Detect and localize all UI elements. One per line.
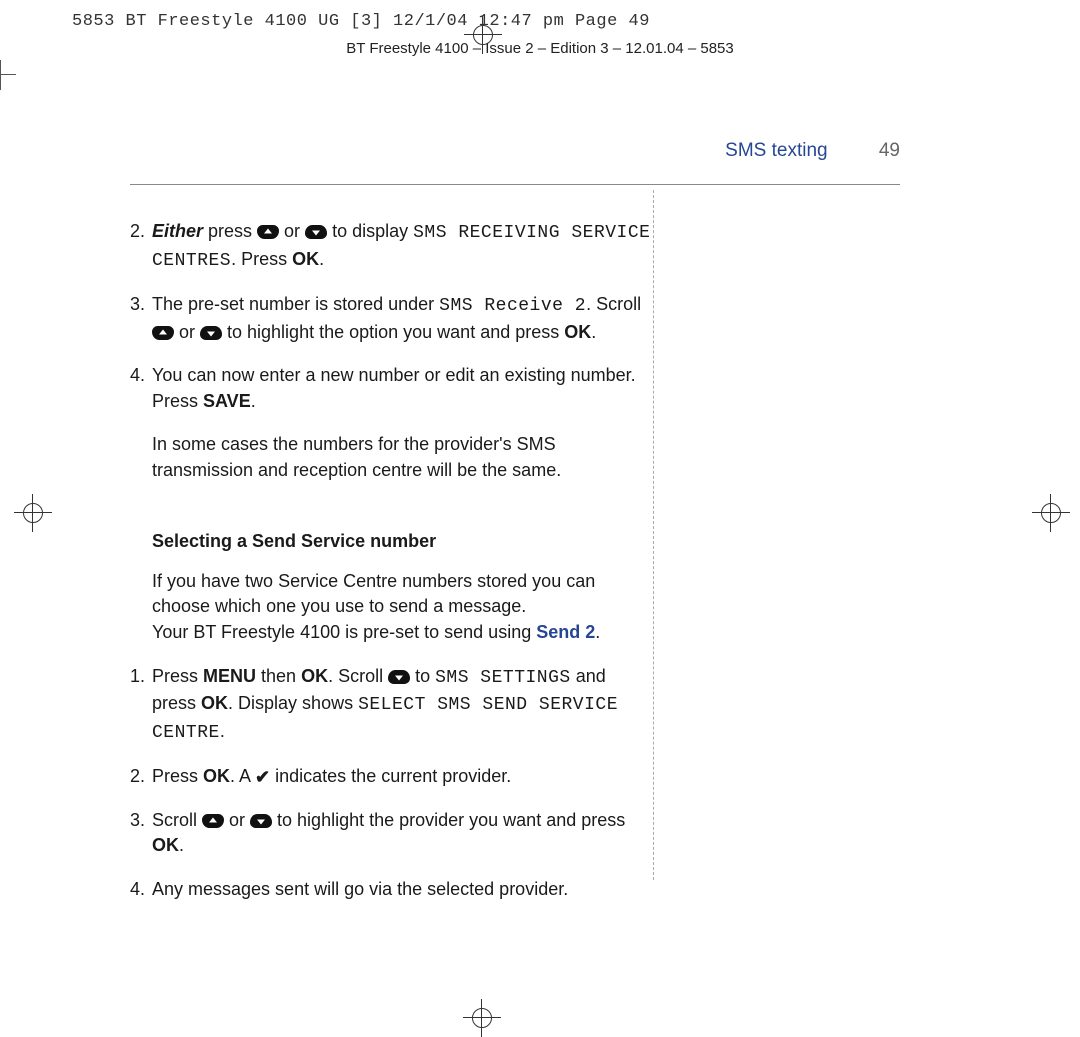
step-number: 1. bbox=[130, 664, 152, 747]
section-intro: If you have two Service Centre numbers s… bbox=[152, 569, 652, 646]
instruction-step: 2.Press OK. A ✔ indicates the current pr… bbox=[130, 764, 652, 790]
text-run: or bbox=[224, 810, 250, 830]
text-run: to highlight the option you want and pre… bbox=[222, 322, 564, 342]
registration-mark-bottom bbox=[469, 1005, 495, 1031]
header-rule bbox=[130, 184, 900, 185]
checkmark-icon: ✔ bbox=[255, 765, 270, 791]
text-run: to display bbox=[327, 221, 413, 241]
registration-mark-left bbox=[20, 500, 46, 526]
arrow-down-icon bbox=[250, 814, 272, 828]
instruction-step: 3.The pre-set number is stored under SMS… bbox=[130, 292, 652, 345]
text-run: . Press bbox=[231, 249, 292, 269]
text-run: . A bbox=[230, 766, 255, 786]
step-body: You can now enter a new number or edit a… bbox=[152, 363, 652, 414]
text-run: Press bbox=[152, 766, 203, 786]
text-run: OK bbox=[152, 835, 179, 855]
text-run: OK bbox=[201, 693, 228, 713]
arrow-up-icon bbox=[202, 814, 224, 828]
text-run: indicates the current provider. bbox=[270, 766, 511, 786]
text-run: Either bbox=[152, 221, 203, 241]
arrow-up-icon bbox=[152, 326, 174, 340]
text-run: SMS Receive 2 bbox=[439, 296, 586, 316]
step-body: The pre-set number is stored under SMS R… bbox=[152, 292, 652, 345]
text-run: . Scroll bbox=[586, 294, 641, 314]
text-run: SAVE bbox=[203, 391, 251, 411]
text-run: Your BT Freestyle 4100 is pre-set to sen… bbox=[152, 622, 536, 642]
text-run: . bbox=[220, 721, 225, 741]
arrow-down-icon bbox=[200, 326, 222, 340]
step-body: Press MENU then OK. Scroll to SMS SETTIN… bbox=[152, 664, 652, 747]
step-body: Any messages sent will go via the select… bbox=[152, 877, 652, 903]
text-run: OK bbox=[564, 322, 591, 342]
text-run: . Scroll bbox=[328, 666, 388, 686]
main-column: 2.Either press or to display SMS RECEIVI… bbox=[130, 219, 652, 902]
text-run: press bbox=[203, 221, 257, 241]
text-run: OK bbox=[292, 249, 319, 269]
arrow-down-icon bbox=[305, 225, 327, 239]
text-run: Scroll bbox=[152, 810, 202, 830]
running-head-section: SMS texting bbox=[725, 140, 827, 161]
text-run: . Display shows bbox=[228, 693, 358, 713]
text-run: Any messages sent will go via the select… bbox=[152, 879, 568, 899]
step-body: Press OK. A ✔ indicates the current prov… bbox=[152, 764, 652, 790]
page-content: SMS texting 49 2.Either press or to disp… bbox=[130, 140, 900, 920]
step-number: 4. bbox=[130, 363, 152, 414]
text-run: Press bbox=[152, 666, 203, 686]
text-run: SMS SETTINGS bbox=[435, 668, 571, 688]
step-number: 3. bbox=[130, 808, 152, 859]
section-heading: Selecting a Send Service number bbox=[152, 529, 652, 555]
text-run: or bbox=[279, 221, 305, 241]
text-run: then bbox=[256, 666, 301, 686]
step-number: 4. bbox=[130, 877, 152, 903]
step-body: Scroll or to highlight the provider you … bbox=[152, 808, 652, 859]
text-run: . bbox=[319, 249, 324, 269]
running-head-pageno: 49 bbox=[879, 140, 900, 161]
text-run: MENU bbox=[203, 666, 256, 686]
text-run: or bbox=[174, 322, 200, 342]
text-run: to highlight the provider you want and p… bbox=[272, 810, 625, 830]
registration-mark-right bbox=[1038, 500, 1064, 526]
arrow-up-icon bbox=[257, 225, 279, 239]
print-job-header: 5853 BT Freestyle 4100 UG [3] 12/1/04 12… bbox=[72, 12, 650, 31]
running-head: SMS texting 49 bbox=[130, 140, 900, 162]
text-run: . bbox=[591, 322, 596, 342]
text-run: . bbox=[179, 835, 184, 855]
text-run: OK bbox=[203, 766, 230, 786]
instruction-step: 3.Scroll or to highlight the provider yo… bbox=[130, 808, 652, 859]
text-run: . bbox=[251, 391, 256, 411]
step-number: 3. bbox=[130, 292, 152, 345]
text-run: . bbox=[595, 622, 600, 642]
text-run: If you have two Service Centre numbers s… bbox=[152, 571, 595, 617]
instruction-step: 1.Press MENU then OK. Scroll to SMS SETT… bbox=[130, 664, 652, 747]
instruction-step: 4.Any messages sent will go via the sele… bbox=[130, 877, 652, 903]
step-number: 2. bbox=[130, 219, 152, 274]
column-divider bbox=[653, 190, 654, 880]
note-a: In some cases the numbers for the provid… bbox=[152, 432, 652, 483]
instruction-step: 2.Either press or to display SMS RECEIVI… bbox=[130, 219, 652, 274]
text-run: OK bbox=[301, 666, 328, 686]
instruction-step: 4.You can now enter a new number or edit… bbox=[130, 363, 652, 414]
document-header: BT Freestyle 4100 – Issue 2 – Edition 3 … bbox=[0, 40, 1080, 57]
text-run: Send 2 bbox=[536, 622, 595, 642]
text-run: to bbox=[410, 666, 435, 686]
text-run: The pre-set number is stored under bbox=[152, 294, 439, 314]
step-body: Either press or to display SMS RECEIVING… bbox=[152, 219, 652, 274]
step-number: 2. bbox=[130, 764, 152, 790]
arrow-down-icon bbox=[388, 670, 410, 684]
